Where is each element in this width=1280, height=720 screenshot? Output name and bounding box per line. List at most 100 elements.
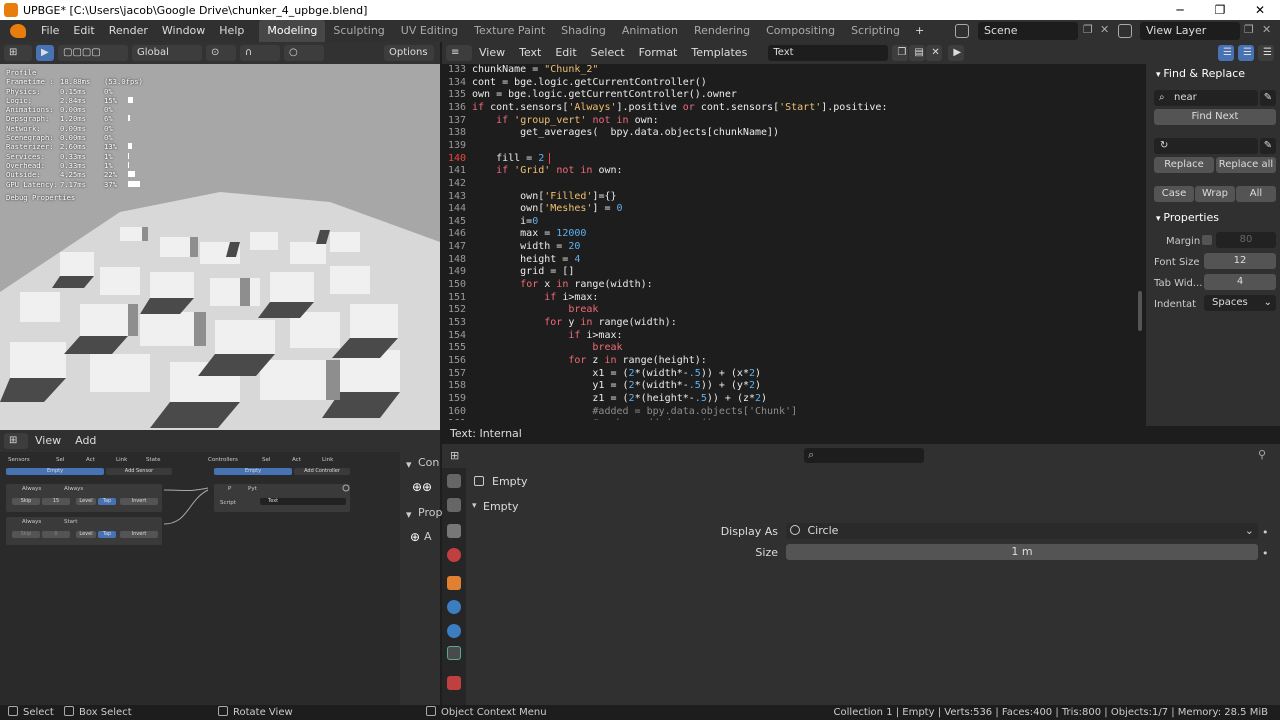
view-layer-icon[interactable] — [1118, 24, 1132, 38]
proportional-edit-icon[interactable]: ○ — [284, 45, 324, 61]
code-line[interactable]: 150 for x in range(width): — [442, 279, 653, 292]
text-menu-edit[interactable]: Edit — [548, 42, 583, 64]
find-replace-panel-header[interactable]: ▾ Find & Replace — [1146, 64, 1280, 84]
new-view-layer-icon[interactable]: ❐ — [1244, 23, 1254, 36]
indentation-dropdown[interactable]: Spaces ⌄ — [1204, 295, 1276, 311]
code-line[interactable]: 135 own = bge.logic.getCurrentController(… — [442, 89, 737, 102]
tab-animation[interactable]: Animation — [614, 20, 686, 42]
controller-type[interactable]: Pyt — [248, 486, 257, 492]
sensors-state-checkbox[interactable]: State — [146, 457, 161, 463]
object-tab-icon[interactable] — [447, 576, 461, 590]
text-menu-select[interactable]: Select — [584, 42, 632, 64]
code-area[interactable]: 133 chunkName = "Chunk_2" 134 cont = bge.lo… — [442, 64, 1142, 420]
menu-edit[interactable]: Edit — [66, 20, 101, 42]
scene-tab-icon[interactable] — [447, 548, 461, 562]
logic-editor[interactable]: ⊞ View Add Sensors Sel Act Link State Em… — [0, 430, 442, 705]
delete-view-layer-icon[interactable]: ✕ — [1262, 23, 1271, 36]
eyedropper-icon[interactable]: ✎ — [1260, 90, 1276, 106]
collapse-arrow-icon[interactable]: ▾ — [406, 508, 412, 521]
empty-panel-header[interactable]: Empty — [483, 500, 518, 513]
tab-uv-editing[interactable]: UV Editing — [393, 20, 466, 42]
invert-button[interactable]: Invert — [120, 498, 158, 505]
size-field[interactable]: 1 m — [786, 544, 1258, 560]
margin-value[interactable]: 80 — [1216, 232, 1276, 248]
text-menu-view[interactable]: View — [472, 42, 512, 64]
code-line[interactable]: 142 — [442, 178, 472, 191]
level-button[interactable]: Level — [76, 531, 96, 538]
sensors-link-checkbox[interactable]: Link — [116, 457, 127, 463]
tab-width-value[interactable]: 4 — [1204, 274, 1276, 290]
add-workspace-button[interactable]: + — [908, 20, 931, 42]
invert-button[interactable]: Invert — [120, 531, 158, 538]
view-layer-selector[interactable]: View Layer — [1140, 22, 1240, 40]
code-line[interactable]: 161 #mesh = added.copy() — [442, 418, 713, 420]
replace-input[interactable]: ↻ — [1154, 138, 1258, 154]
controllers-link-checkbox[interactable]: Link — [322, 457, 333, 463]
sensors-object-empty[interactable]: Empty — [6, 468, 104, 475]
syntax-highlight-toggle-icon[interactable]: ☰ — [1258, 45, 1274, 61]
code-line[interactable]: 158 y1 = (2*(width*-.5)) + (y*2) — [442, 380, 761, 393]
collapse-arrow-icon[interactable]: ▾ — [472, 501, 477, 511]
tap-button[interactable]: Tap — [98, 498, 116, 505]
snap-icon[interactable]: ∩ — [240, 45, 280, 61]
code-line[interactable]: 144 own['Meshes'] = 0 — [442, 203, 623, 216]
tab-rendering[interactable]: Rendering — [686, 20, 758, 42]
wrap-around-toggle[interactable]: Wrap — [1195, 186, 1235, 202]
delete-scene-icon[interactable]: ✕ — [1100, 23, 1109, 36]
tab-shading[interactable]: Shading — [553, 20, 614, 42]
text-menu-templates[interactable]: Templates — [684, 42, 754, 64]
code-line[interactable]: 151 if i>max: — [442, 292, 598, 305]
find-input[interactable]: ⌕ near — [1154, 90, 1258, 106]
logic-editor-type-icon[interactable]: ⊞ — [4, 433, 28, 449]
code-line[interactable]: 145 i=0 — [442, 216, 538, 229]
word-wrap-toggle-icon[interactable]: ☰ — [1238, 45, 1254, 61]
level-button[interactable]: Level — [76, 498, 96, 505]
margin-checkbox[interactable] — [1202, 235, 1212, 245]
add-property-icon[interactable]: ⊕ — [410, 530, 420, 544]
logic-menu-add[interactable]: Add — [68, 430, 103, 452]
code-line[interactable]: 147 width = 20 — [442, 241, 580, 254]
code-line[interactable]: 134 cont = bge.logic.getCurrentController… — [442, 77, 707, 90]
text-menu-format[interactable]: Format — [632, 42, 685, 64]
code-line[interactable]: 160 #added = bpy.data.objects['Chunk'] — [442, 406, 797, 419]
constraints-tab-icon[interactable] — [447, 624, 461, 638]
code-line[interactable]: 148 height = 4 — [442, 254, 580, 267]
text-datablock-field[interactable]: Text — [768, 45, 889, 61]
select-mode-icons[interactable]: ▢▢▢▢ — [58, 45, 128, 61]
find-next-button[interactable]: Find Next — [1154, 109, 1276, 125]
new-scene-icon[interactable]: ❐ — [1083, 23, 1093, 36]
code-scrollbar[interactable] — [1138, 291, 1142, 331]
line-numbers-toggle-icon[interactable]: ☰ — [1218, 45, 1234, 61]
sensor-type[interactable]: Always — [22, 519, 41, 525]
skip-value[interactable]: 15 — [42, 498, 70, 505]
code-line[interactable]: 133 chunkName = "Chunk_2" — [442, 64, 598, 77]
code-line[interactable]: 136 if cont.sensors['Always'].positive or… — [442, 102, 887, 115]
code-line[interactable]: 149 grid = [] — [442, 266, 574, 279]
texture-tab-icon[interactable] — [447, 676, 461, 690]
close-window-button[interactable]: ✕ — [1240, 0, 1280, 20]
code-line[interactable]: 152 break — [442, 304, 598, 317]
editor-type-icon[interactable]: ⊞ — [4, 45, 32, 61]
options-dropdown[interactable]: Options — [384, 45, 434, 61]
object-data-tab-icon[interactable] — [447, 646, 461, 660]
code-line[interactable]: 159 z1 = (2*(height*-.5)) + (z*2) — [442, 393, 767, 406]
controller-priority[interactable]: P — [228, 486, 231, 492]
physics-tab-icon[interactable] — [447, 600, 461, 614]
tap-button[interactable]: Tap — [98, 531, 116, 538]
pivot-icon[interactable]: ⊙ — [206, 45, 236, 61]
code-line[interactable]: 156 for z in range(height): — [442, 355, 707, 368]
tool-tab-icon[interactable] — [447, 474, 461, 488]
replace-all-button[interactable]: Replace all — [1216, 157, 1276, 173]
maximize-button[interactable]: ❐ — [1200, 0, 1240, 20]
render-tab-icon[interactable] — [447, 498, 461, 512]
blender-menu-icon[interactable] — [10, 24, 26, 38]
tab-scripting[interactable]: Scripting — [843, 20, 908, 42]
code-line[interactable]: 141 if 'Grid' not in own: — [442, 165, 623, 178]
scene-icon[interactable] — [955, 24, 969, 38]
display-as-dropdown[interactable]: Circle ⌄ — [786, 523, 1258, 539]
text-editor[interactable]: ≡ View Text Edit Select Format Templates… — [442, 42, 1280, 442]
menu-help[interactable]: Help — [212, 20, 251, 42]
tab-compositing[interactable]: Compositing — [758, 20, 843, 42]
replace-button[interactable]: Replace — [1154, 157, 1214, 173]
skip-field[interactable]: Skip — [12, 498, 40, 505]
